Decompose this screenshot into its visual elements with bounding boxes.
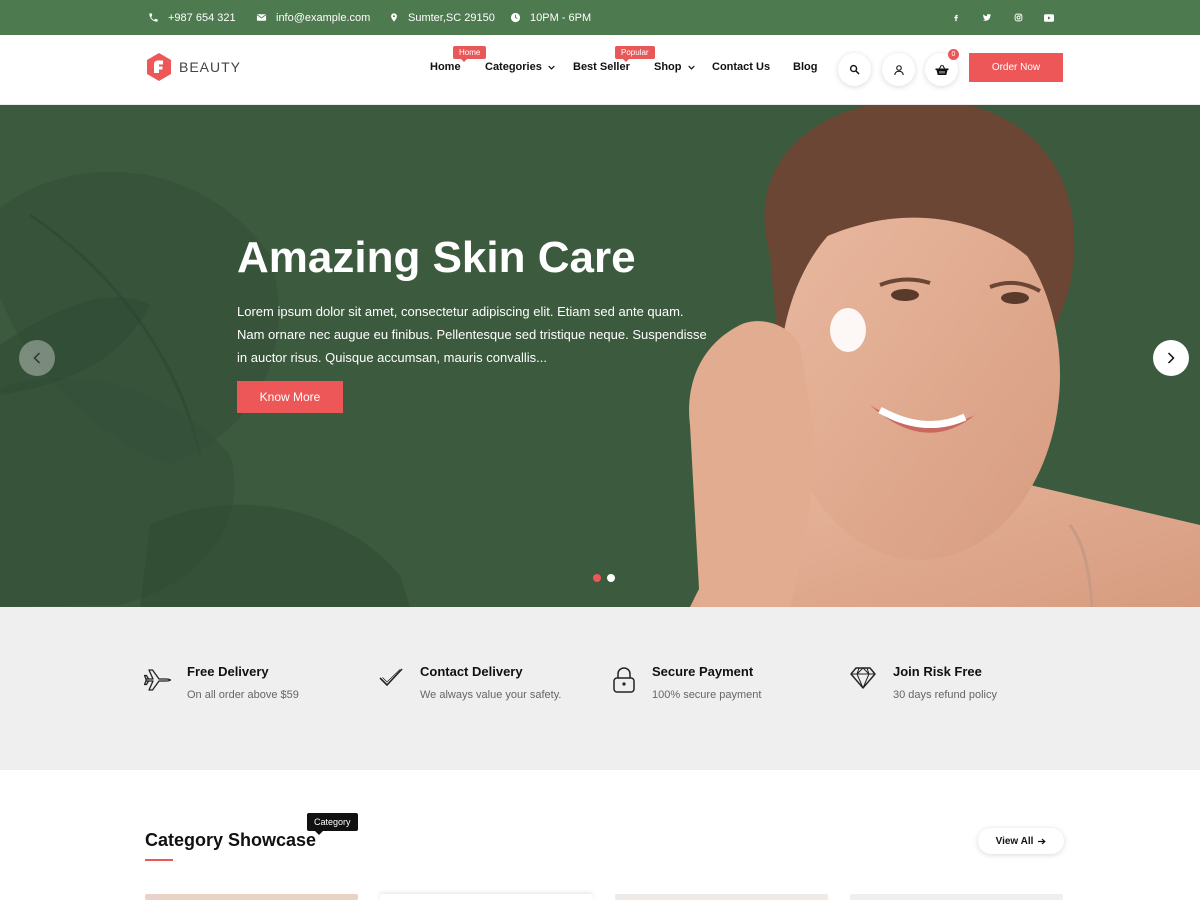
feature-subtitle: On all order above $59 (187, 689, 299, 701)
youtube-icon (1044, 13, 1054, 22)
location-pin-icon (391, 13, 397, 22)
arrow-right-icon (1038, 838, 1047, 844)
nav-shop[interactable]: Shop (654, 61, 695, 73)
envelope-icon (256, 14, 267, 21)
hero-description: Lorem ipsum dolor sit amet, consectetur … (237, 304, 707, 365)
phone-info[interactable]: +987 654 321 (148, 0, 236, 35)
clock-icon (510, 12, 521, 23)
location-text: Sumter,SC 29150 (408, 11, 495, 24)
feature-join-risk-free: Join Risk Free 30 days refund policy (849, 662, 1069, 712)
phone-icon (149, 13, 158, 22)
facebook-link[interactable] (945, 0, 967, 35)
search-button[interactable] (838, 53, 871, 86)
twitter-icon (982, 14, 992, 21)
slider-next-button[interactable] (1153, 340, 1189, 376)
nav-blog[interactable]: Blog (793, 61, 817, 73)
account-button[interactable] (882, 53, 915, 86)
nav-best-seller[interactable]: Best Seller (573, 61, 630, 73)
category-card[interactable] (145, 894, 358, 900)
site-header: BEAUTY Home Home Categories Popular Best… (0, 35, 1200, 105)
nav-badge-popular: Popular (615, 46, 655, 62)
logo-text: BEAUTY (179, 59, 242, 75)
nav-contact-us[interactable]: Contact Us (712, 61, 770, 73)
check-icon (379, 668, 403, 687)
feature-secure-payment: Secure Payment 100% secure payment (612, 662, 832, 712)
hero-title: Amazing Skin Care (237, 233, 636, 282)
location-info: Sumter,SC 29150 (389, 0, 495, 35)
nav-categories-label: Categories (485, 61, 542, 73)
feature-subtitle: 100% secure payment (652, 689, 762, 701)
features-section: Free Delivery On all order above $59 Con… (0, 607, 1200, 770)
hours-info: 10PM - 6PM (510, 0, 591, 35)
chevron-down-icon (548, 65, 555, 70)
logo-icon (147, 53, 171, 81)
feature-title: Free Delivery (187, 664, 269, 679)
youtube-link[interactable] (1038, 0, 1060, 35)
chevron-down-icon (687, 65, 695, 70)
category-card[interactable] (615, 894, 828, 900)
view-all-button[interactable]: View All (978, 828, 1064, 854)
feature-subtitle: We always value your safety. (420, 689, 562, 701)
title-underline (145, 859, 173, 861)
feature-subtitle: 30 days refund policy (893, 689, 997, 701)
instagram-icon (1014, 13, 1022, 22)
category-card[interactable] (850, 894, 1063, 900)
search-icon (849, 64, 860, 75)
twitter-link[interactable] (976, 0, 998, 35)
diamond-icon (850, 667, 876, 689)
know-more-button[interactable]: Know More (237, 381, 343, 413)
email-info[interactable]: info@example.com (256, 0, 370, 35)
basket-icon (935, 64, 948, 75)
top-bar: +987 654 321 info@example.com Sumter,SC … (0, 0, 1200, 35)
slider-dot-2[interactable] (607, 574, 615, 582)
instagram-link[interactable] (1007, 0, 1029, 35)
nav-contact-us-label: Contact Us (712, 61, 771, 73)
nav-blog-label: Blog (793, 61, 818, 73)
nav-categories[interactable]: Categories (485, 61, 555, 73)
feature-title: Secure Payment (652, 664, 754, 679)
lock-icon (613, 667, 635, 693)
cart-button[interactable]: 0 (925, 49, 959, 86)
facebook-icon (954, 14, 958, 22)
feature-title: Join Risk Free (893, 664, 982, 679)
logo[interactable]: BEAUTY (145, 51, 241, 83)
nav-home-label: Home (430, 61, 461, 73)
category-badge: Category (307, 813, 358, 835)
airplane-icon (144, 669, 172, 691)
feature-free-delivery: Free Delivery On all order above $59 (144, 662, 364, 712)
view-all-label: View All (995, 835, 1034, 847)
nav-badge-home: Home (453, 46, 487, 62)
slider-dot-1[interactable] (593, 574, 601, 582)
email-text: info@example.com (276, 11, 371, 24)
slider-prev-button[interactable] (19, 340, 55, 376)
nav-best-seller-label: Best Seller (573, 61, 630, 73)
feature-title: Contact Delivery (420, 664, 523, 679)
nav-home[interactable]: Home (430, 61, 461, 73)
feature-contact-delivery: Contact Delivery We always value your sa… (378, 662, 598, 712)
nav-shop-label: Shop (654, 61, 682, 73)
phone-text: +987 654 321 (168, 11, 236, 24)
user-icon (893, 64, 904, 75)
category-section-title: Category Showcase (145, 830, 317, 850)
hero-slider: Amazing Skin Care Lorem ipsum dolor sit … (0, 105, 1200, 607)
chevron-right-icon (1167, 352, 1175, 364)
cart-count-badge: 0 (948, 49, 959, 60)
hours-text: 10PM - 6PM (530, 11, 592, 24)
order-now-button[interactable]: Order Now (969, 53, 1063, 82)
chevron-left-icon (33, 352, 41, 364)
category-card[interactable] (380, 894, 593, 900)
